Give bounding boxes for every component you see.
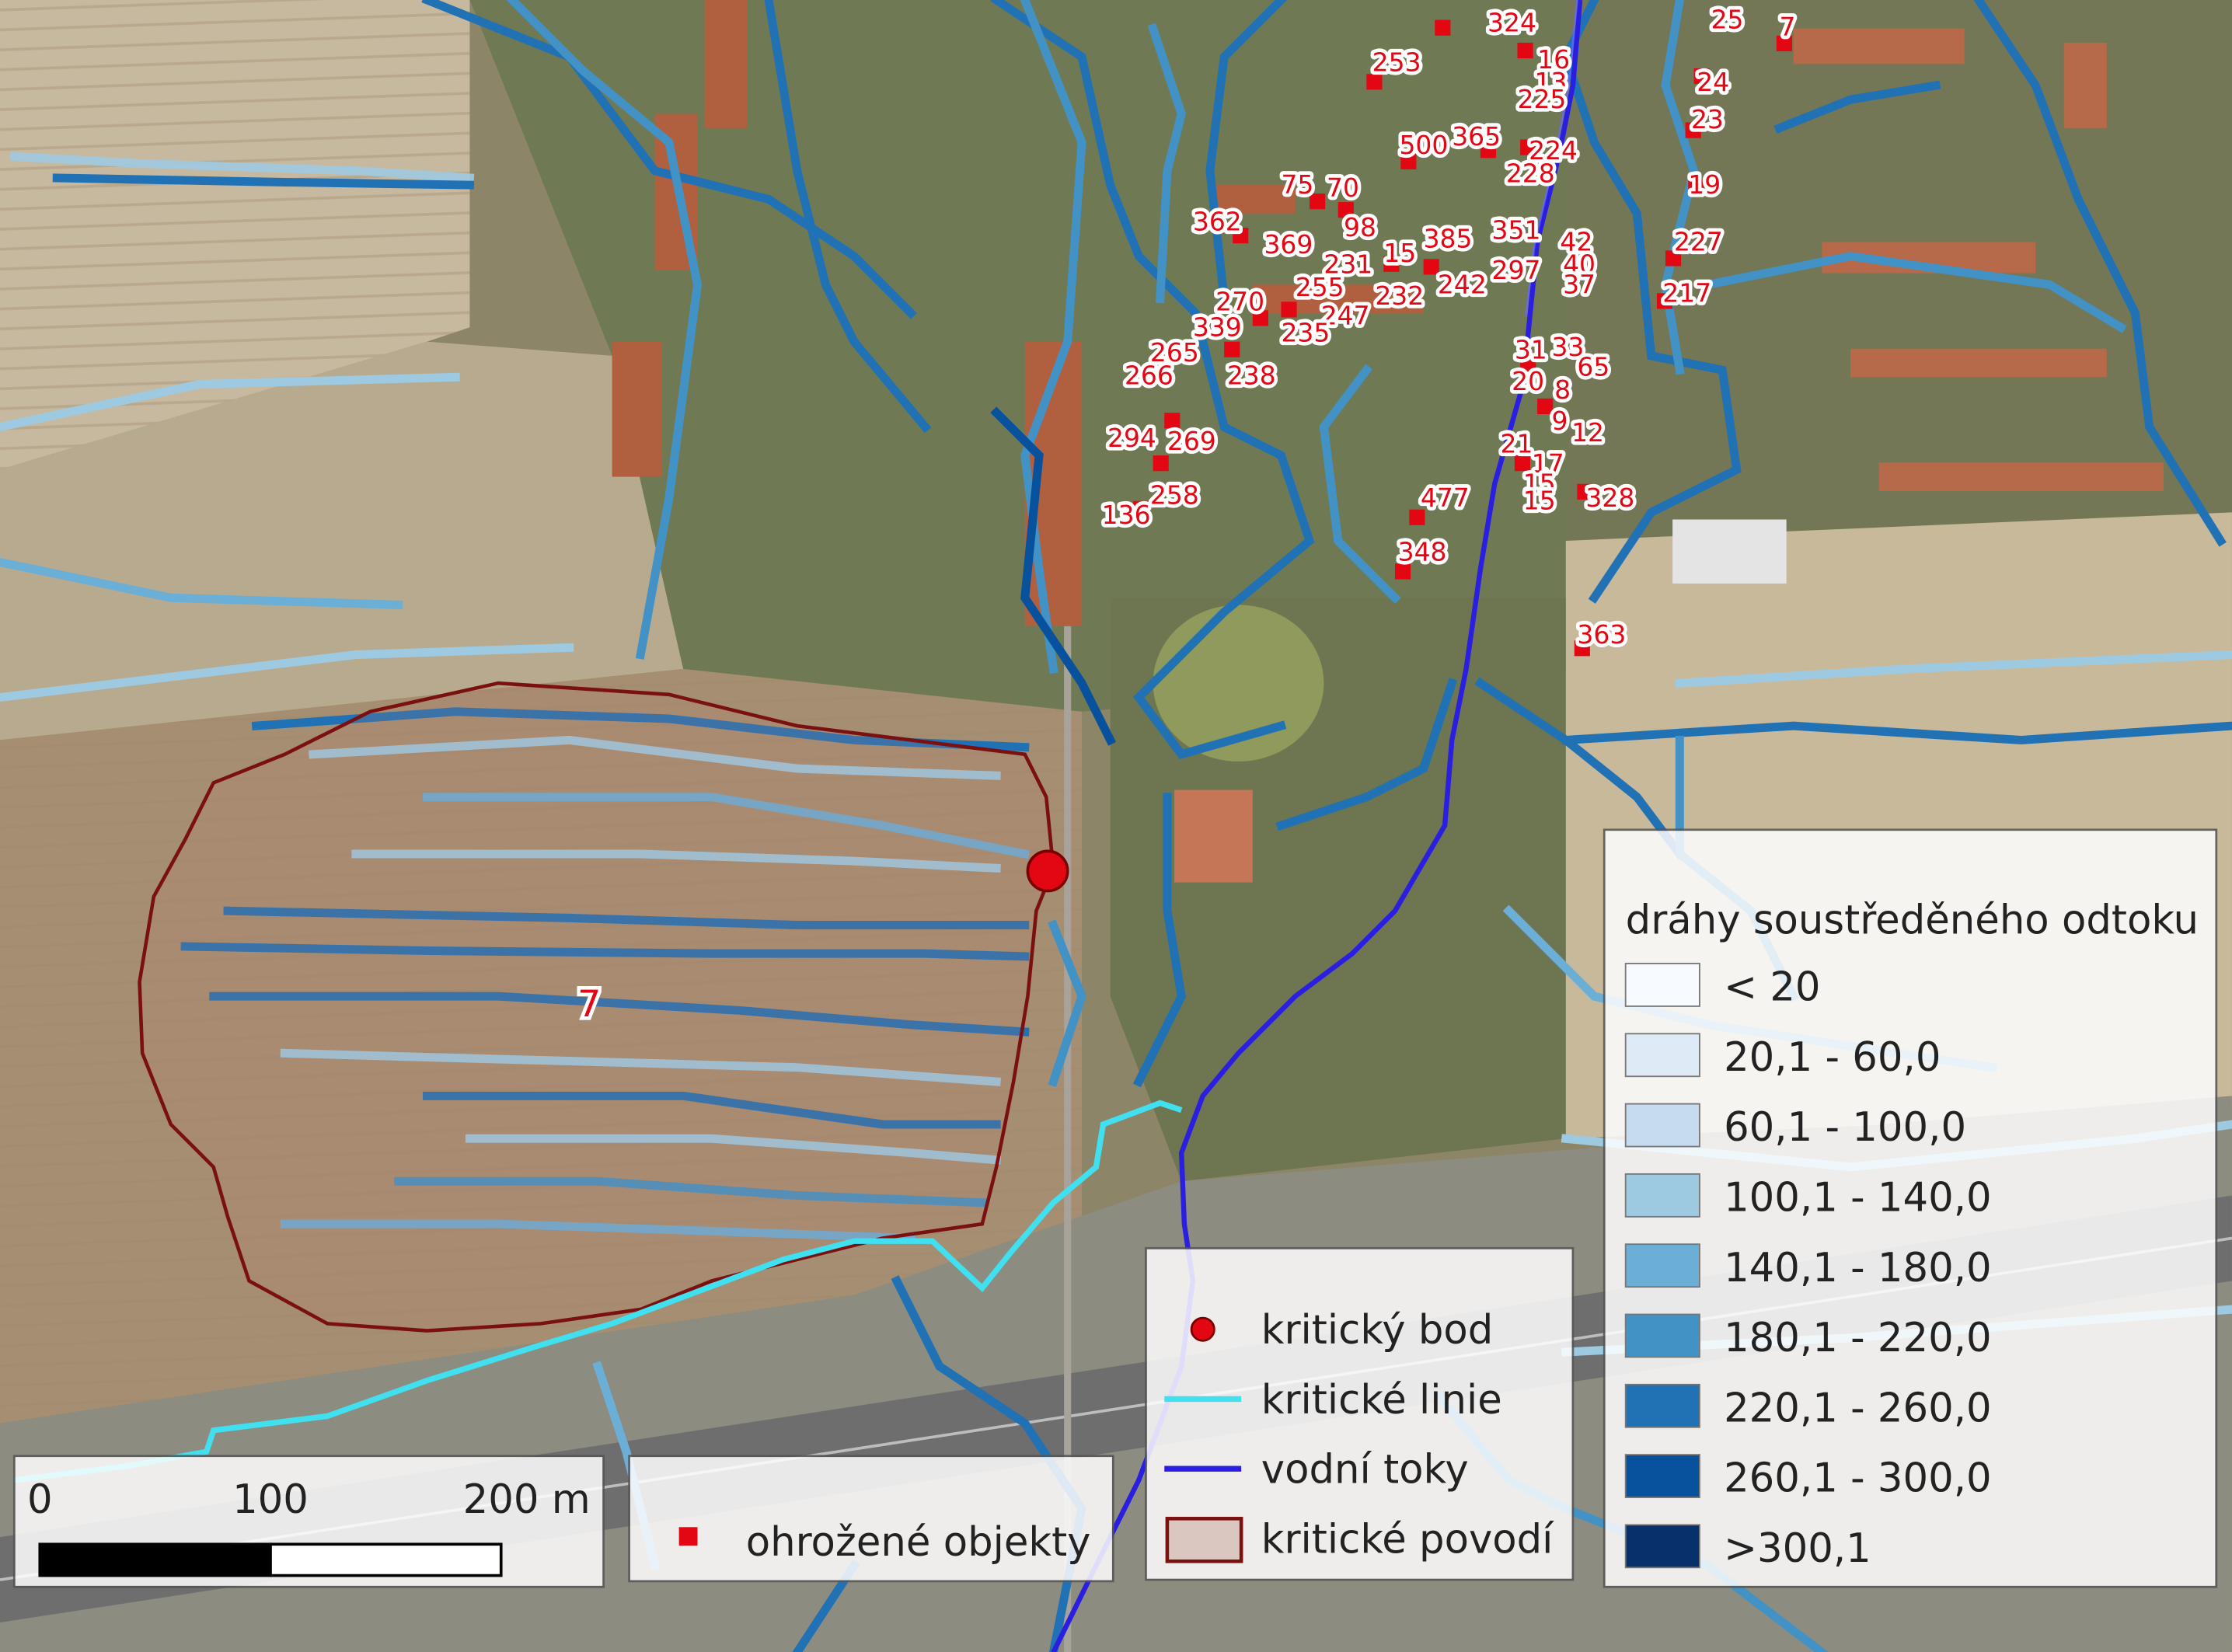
object-label: 228 (1506, 158, 1555, 188)
object-label: 20 (1512, 366, 1544, 396)
flow-class-swatch (1624, 1454, 1700, 1498)
object-label: 339 (1193, 312, 1242, 342)
flow-class-label: 260,1 - 300,0 (1724, 1455, 1992, 1502)
flow-class-swatch (1624, 1173, 1700, 1218)
scale-segment-black (38, 1542, 272, 1577)
flow-class-swatch (1624, 963, 1700, 1007)
object-label: 9 (1551, 406, 1568, 436)
map-stage: 324 25 7 16 13 253 225 24 23 500 365 224… (0, 0, 2232, 1652)
object-label: 19 (1688, 169, 1721, 200)
flow-class-label: < 20 (1724, 964, 1820, 1011)
legend-objects: ohrožené objekty (628, 1455, 1114, 1583)
object-label: 75 (1281, 169, 1313, 200)
critical-basin-icon (1165, 1517, 1243, 1563)
object-label: 15 (1383, 238, 1416, 268)
object-label: 266 (1125, 361, 1174, 391)
map-canvas[interactable]: 324 25 7 16 13 253 225 24 23 500 365 224… (0, 0, 2232, 1652)
flow-class-swatch (1624, 1383, 1700, 1428)
flow-class-label: 100,1 - 140,0 (1724, 1175, 1992, 1222)
object-label: 294 (1107, 423, 1156, 453)
object-label: 7 (1780, 12, 1796, 42)
flow-class-label: 140,1 - 180,0 (1724, 1245, 1992, 1291)
legend-item-critical-point: kritický bod (1261, 1307, 1493, 1354)
flow-class-label: 20,1 - 60,0 (1724, 1034, 1941, 1081)
basin-number-label: 7 (577, 983, 601, 1026)
object-label: 24 (1697, 67, 1729, 97)
object-label: 362 (1193, 207, 1242, 237)
flow-class-label: >300,1 (1724, 1525, 1871, 1572)
object-label: 23 (1691, 104, 1724, 134)
object-label: 98 (1344, 212, 1376, 242)
object-label: 25 (1711, 5, 1744, 35)
object-label: 70 (1327, 173, 1359, 203)
object-label: 227 (1674, 226, 1723, 256)
flow-class-label: 180,1 - 220,0 (1724, 1315, 1992, 1361)
scale-tick-100: 100 (232, 1476, 309, 1523)
flow-class-swatch (1624, 1243, 1700, 1288)
object-label: 21 (1501, 428, 1533, 458)
object-label: 65 (1577, 352, 1609, 382)
object-label: 15 (1523, 486, 1556, 516)
legend-features: kritický bod kritické linie vodní toky k… (1145, 1246, 1575, 1581)
object-label: 225 (1517, 84, 1566, 114)
critical-point-marker[interactable] (1026, 849, 1069, 893)
flow-class-label: 220,1 - 260,0 (1724, 1385, 1992, 1431)
object-label: 348 (1398, 537, 1447, 567)
object-label: 235 (1281, 318, 1330, 348)
object-label: 297 (1492, 255, 1541, 285)
flow-class-swatch (1624, 1313, 1700, 1358)
large-building (1672, 519, 1787, 584)
legend-item-watercourses: vodní toky (1261, 1447, 1469, 1493)
legend-objects-label: ohrožené objekty (746, 1519, 1091, 1566)
object-label: 369 (1264, 229, 1313, 260)
object-label: 351 (1492, 215, 1541, 246)
object-label: 31 (1515, 335, 1547, 365)
legend-item-critical-lines: kritické linie (1261, 1377, 1502, 1424)
scale-tick-0: 0 (27, 1476, 53, 1523)
flow-class-swatch (1624, 1103, 1700, 1148)
critical-point-icon (1190, 1316, 1215, 1342)
object-label: 136 (1102, 500, 1151, 530)
flow-class-swatch (1624, 1524, 1700, 1569)
object-label: 363 (1577, 619, 1626, 650)
flow-class-swatch (1624, 1033, 1700, 1078)
flow-class-label: 60,1 - 100,0 (1724, 1104, 1966, 1151)
legend-flow-paths: dráhy soustředěného odtoku < 20 20,1 - 60… (1603, 828, 2218, 1588)
object-label: 238 (1227, 361, 1276, 391)
object-label: 477 (1421, 483, 1470, 513)
object-label: 12 (1571, 417, 1604, 448)
object-label: 37 (1563, 269, 1596, 299)
legend-flow-title: dráhy soustředěného odtoku (1626, 897, 2199, 944)
legend-item-critical-basin: kritické povodí (1261, 1516, 1554, 1563)
object-label: 385 (1424, 224, 1473, 254)
object-label: 365 (1452, 121, 1501, 152)
threatened-object-icon (678, 1527, 698, 1546)
legend-flow-classes: < 20 20,1 - 60,0 60,1 - 100,0 100,1 - 140,0… (1624, 963, 1992, 1572)
scale-bar: 0 100 200 m (12, 1455, 605, 1588)
object-label: 255 (1296, 272, 1344, 302)
object-label: 242 (1438, 269, 1487, 299)
tennis-court (1174, 789, 1253, 883)
object-label: 328 (1585, 483, 1634, 513)
object-label: 324 (1487, 7, 1536, 37)
object-label: 269 (1167, 426, 1216, 456)
object-label: 232 (1375, 281, 1424, 311)
scale-segment-white (269, 1542, 503, 1577)
object-label: 253 (1372, 47, 1421, 78)
scale-tick-200: 200 m (463, 1476, 591, 1523)
object-label: 8 (1554, 375, 1571, 405)
object-label: 500 (1399, 130, 1448, 160)
object-label: 217 (1662, 277, 1711, 308)
object-label: 258 (1150, 479, 1199, 510)
